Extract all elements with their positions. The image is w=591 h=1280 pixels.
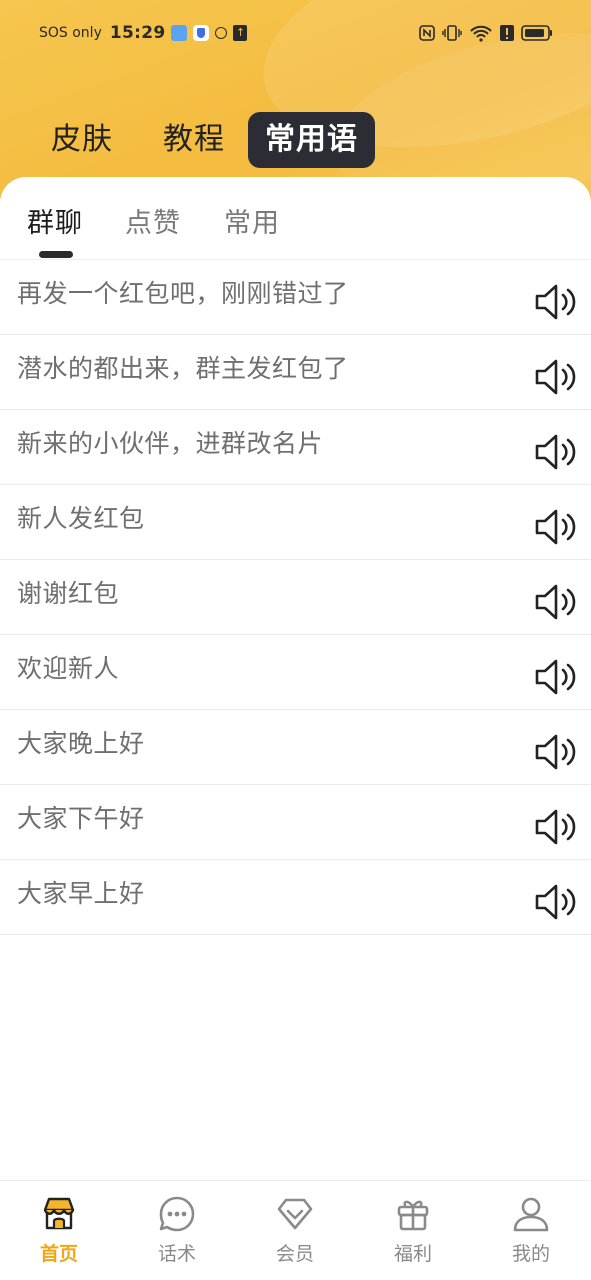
nav-scripts[interactable]: 话术 [118,1181,236,1280]
phrase-item[interactable]: 欢迎新人 [0,635,591,710]
app-notification-icon [171,25,188,41]
bottom-nav: 首页 话术 会员 福利 我的 [0,1180,591,1280]
phrase-item[interactable]: 新来的小伙伴，进群改名片 [0,410,591,485]
phrase-text: 新人发红包 [17,504,145,533]
alarm-icon [215,27,228,39]
phrase-item[interactable]: 再发一个红包吧，刚刚错过了 [0,260,591,335]
subtab-common[interactable]: 常用 [224,201,280,240]
profile-icon [513,1197,549,1232]
tab-tutorial[interactable]: 教程 [163,112,225,168]
carrier-text: SOS only [39,25,102,41]
nav-label: 话术 [157,1243,196,1265]
nav-label: 首页 [39,1243,78,1265]
nav-label: 福利 [393,1243,432,1265]
vibrate-icon [442,25,462,41]
diamond-icon [277,1198,313,1230]
nav-benefits[interactable]: 福利 [354,1181,472,1280]
nav-label: 会员 [275,1243,314,1265]
speaker-icon[interactable] [534,282,580,322]
phrase-text: 潜水的都出来，群主发红包了 [17,354,349,383]
phrase-text: 谢谢红包 [17,579,120,608]
speaker-icon[interactable] [534,507,580,547]
phrase-item[interactable]: 新人发红包 [0,485,591,560]
speaker-icon[interactable] [534,357,580,397]
upload-icon: ↑ [233,25,248,41]
speaker-icon[interactable] [534,807,580,847]
subtab-active-indicator [39,251,73,258]
phrase-item[interactable]: 大家下午好 [0,785,591,860]
phrase-text: 新来的小伙伴，进群改名片 [17,429,324,458]
nfc-icon [419,25,435,41]
phrase-text: 大家早上好 [17,879,145,908]
speaker-icon[interactable] [534,582,580,622]
phrase-text: 欢迎新人 [17,654,120,683]
speaker-icon[interactable] [534,882,580,922]
battery-icon [521,25,552,41]
subtab-likes[interactable]: 点赞 [125,201,181,240]
phrase-item[interactable]: 谢谢红包 [0,560,591,635]
home-store-icon [43,1197,75,1230]
gift-icon [397,1200,429,1231]
chat-bubble-icon [159,1196,195,1232]
tab-skin[interactable]: 皮肤 [51,112,113,168]
phrase-item[interactable]: 潜水的都出来，群主发红包了 [0,335,591,410]
subtab-group-chat[interactable]: 群聊 [27,201,83,240]
nav-profile[interactable]: 我的 [472,1181,590,1280]
phrase-text: 大家晚上好 [17,729,145,758]
nav-label: 我的 [511,1243,550,1265]
phrase-text: 再发一个红包吧，刚刚错过了 [17,279,349,308]
alert-icon [500,25,514,41]
sub-tab-bar: 群聊 点赞 常用 [0,195,591,259]
tab-common-phrases[interactable]: 常用语 [248,112,375,168]
speaker-icon[interactable] [534,432,580,472]
wifi-icon [470,25,492,42]
speaker-icon[interactable] [534,657,580,697]
clock: 15:29 [109,23,166,43]
shield-icon [193,25,210,41]
phrase-text: 大家下午好 [17,804,145,833]
phrase-item[interactable]: 大家晚上好 [0,710,591,785]
top-tab-bar: 皮肤 教程 常用语 [0,112,591,168]
nav-membership[interactable]: 会员 [236,1181,354,1280]
nav-home[interactable]: 首页 [0,1181,118,1280]
content-card: 群聊 点赞 常用 再发一个红包吧，刚刚错过了 潜水的都出来，群主发红包了 新来的… [0,177,591,1180]
phrase-list: 再发一个红包吧，刚刚错过了 潜水的都出来，群主发红包了 新来的小伙伴，进群改名片… [0,260,591,935]
phrase-item[interactable]: 大家早上好 [0,860,591,935]
speaker-icon[interactable] [534,732,580,772]
status-bar: SOS only 15:29 ↑ [0,18,591,48]
